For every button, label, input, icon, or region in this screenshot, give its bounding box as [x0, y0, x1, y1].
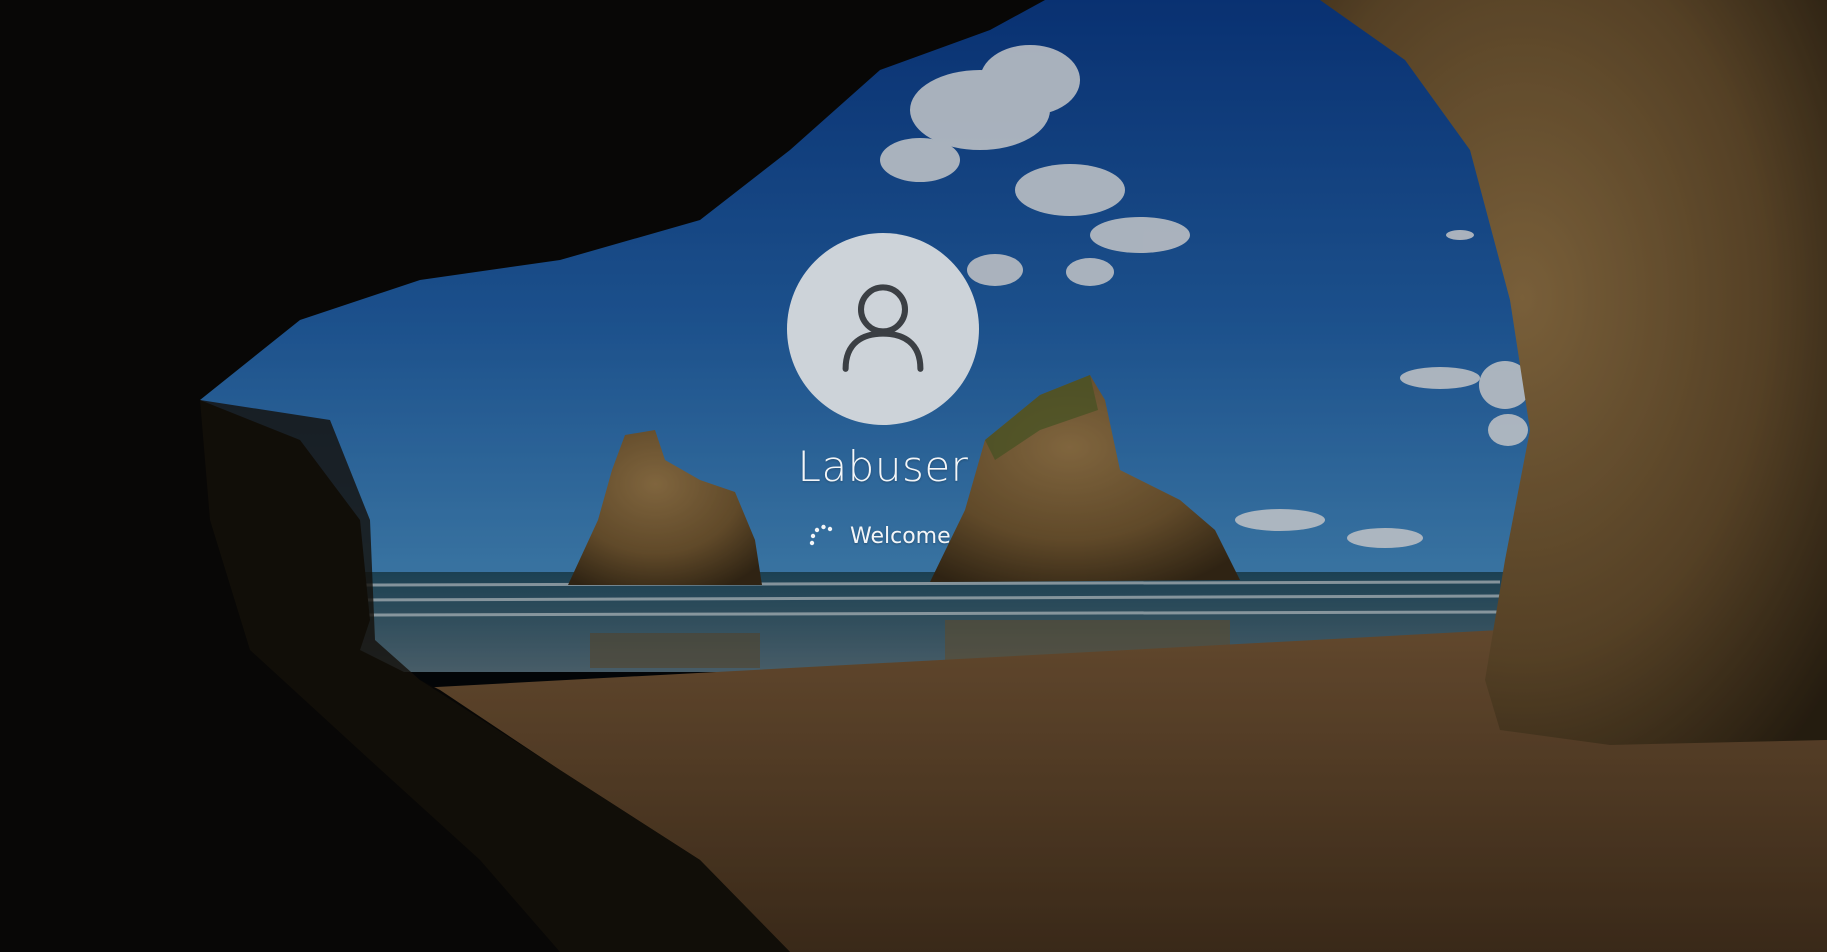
sign-in-status: Welcome [808, 522, 951, 552]
welcome-text: Welcome [850, 524, 951, 549]
windows-lock-screen: Labuser Welcome [0, 0, 1827, 952]
user-avatar [787, 233, 979, 425]
sign-in-overlay: Labuser Welcome [0, 0, 1827, 952]
user-name: Labuser [797, 442, 969, 491]
user-icon [828, 272, 938, 386]
loading-spinner-icon [808, 523, 836, 551]
